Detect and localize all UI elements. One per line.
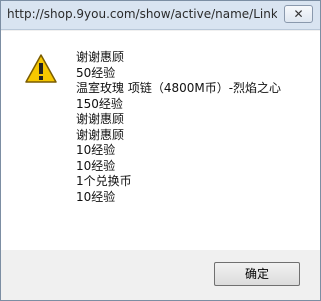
close-button[interactable]: ✕ — [284, 5, 313, 23]
title-bar: http://shop.9you.com/show/active/name/Li… — [1, 1, 320, 30]
message-line: 谢谢惠顾 — [76, 112, 125, 126]
message-line: 10经验 — [76, 189, 116, 204]
message-line: 10经验 — [76, 158, 116, 173]
message-line: 谢谢惠顾 — [76, 127, 125, 142]
message-text: 谢谢惠顾 50经验 温室玫瑰 项链（4800M币）-烈焰之心 150经验 谢谢惠… — [76, 50, 281, 205]
dialog-content: 谢谢惠顾 50经验 温室玫瑰 项链（4800M币）-烈焰之心 150经验 谢谢惠… — [1, 31, 320, 250]
warning-icon — [25, 54, 57, 83]
message-line: 50经验 — [76, 65, 116, 80]
message-line: 10经验 — [76, 143, 116, 157]
message-line: 1个兑换币 — [76, 174, 132, 188]
message-line: 150经验 — [76, 96, 123, 111]
message-line: 温室玫瑰 项链（4800M币）-烈焰之心 — [76, 81, 282, 95]
alert-dialog: http://shop.9you.com/show/active/name/Li… — [0, 0, 321, 301]
window-title: http://shop.9you.com/show/active/name/Li… — [7, 7, 277, 21]
ok-button[interactable]: 确定 — [214, 262, 300, 286]
message-line: 谢谢惠顾 — [76, 50, 125, 64]
